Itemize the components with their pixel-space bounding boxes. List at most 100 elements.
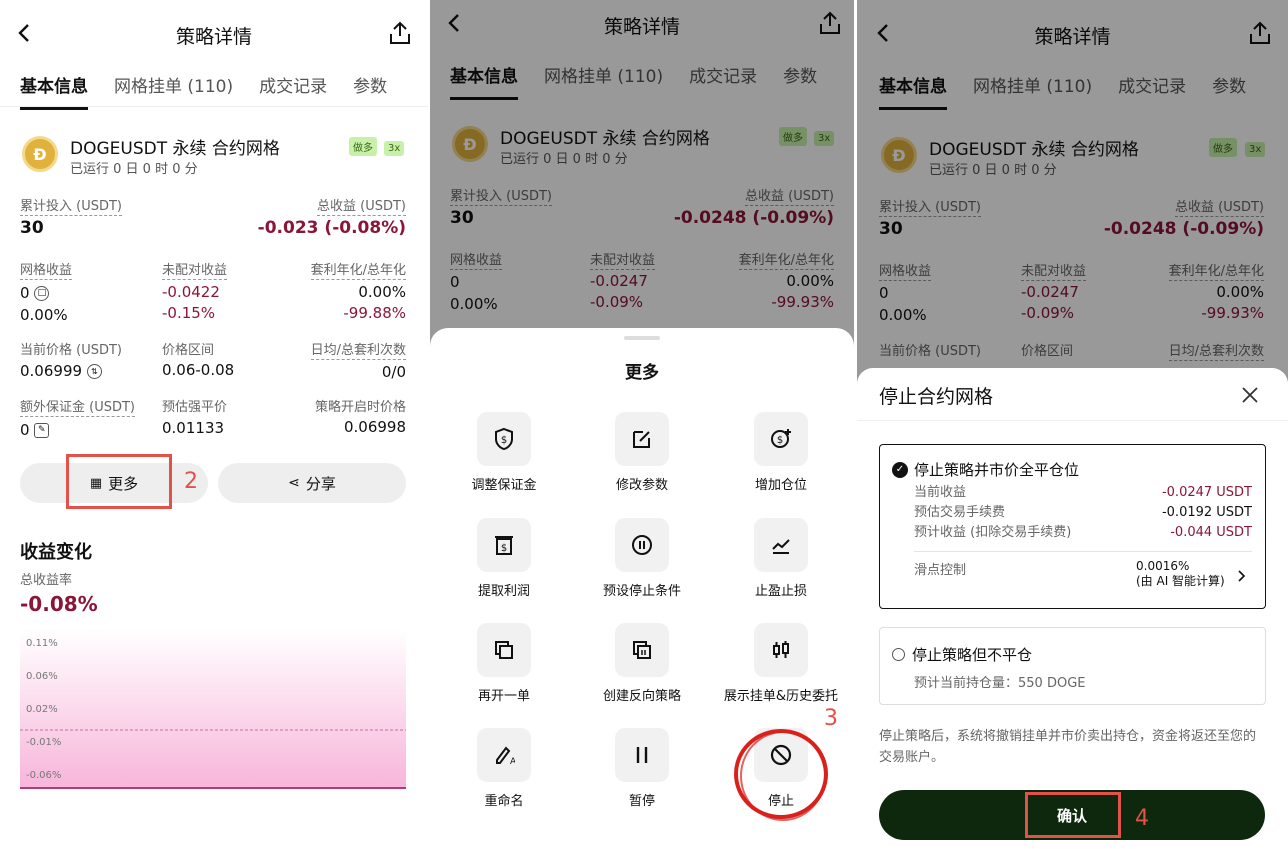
margin-label: 额外保证金 (USDT)	[20, 400, 135, 417]
share-button-label: 分享	[305, 474, 336, 493]
pause-item[interactable]: 暂停	[572, 728, 712, 809]
y-tick-label: -0.06%	[26, 770, 61, 781]
step-number-2: 2	[184, 469, 198, 494]
share-icon[interactable]	[388, 20, 412, 50]
strategy-runtime: 已运行 0 日 0 时 0 分	[70, 162, 198, 177]
option-keep-position-label: 停止策略但不平仓	[892, 644, 1032, 665]
range-label: 价格区间	[162, 343, 215, 358]
slippage-value[interactable]: 0.0016% (由 AI 智能计算)	[1136, 559, 1225, 589]
invest-value: 30	[20, 218, 44, 238]
withdraw-icon: $	[477, 518, 531, 572]
daily-label: 日均/总套利次数	[310, 343, 406, 360]
profit-chart: 0.11% 0.06% 0.02% -0.01% -0.06%	[20, 630, 406, 790]
share-button[interactable]: ⋖ 分享	[218, 463, 406, 503]
grid-profit-pct: 0.00%	[20, 306, 68, 324]
price-label: 当前价格 (USDT)	[20, 343, 122, 358]
edit-params-item[interactable]: 修改参数	[572, 412, 712, 493]
reverse-strategy-item[interactable]: 创建反向策略	[572, 623, 712, 704]
more-sheet: 更多 $ 调整保证金 修改参数 $ 增加仓位 $ 提取利润 预设停止条件 止盈止损 再…	[430, 328, 854, 849]
panel-more-menu: 策略详情 基本信息 网格挂单 (110) 成交记录 参数 Ð DOGEUSDT …	[430, 0, 854, 849]
tab-trade-records[interactable]: 成交记录	[259, 72, 327, 110]
arb-value: 0.00%	[358, 283, 406, 301]
show-orders-item[interactable]: 展示挂单&历史委托	[711, 623, 851, 704]
tab-params[interactable]: 参数	[353, 72, 387, 110]
radio-checked-icon: ✓	[892, 461, 908, 478]
arb-total: -99.88%	[343, 304, 406, 322]
close-icon[interactable]	[1241, 386, 1259, 408]
leverage-badge: 3x	[384, 136, 405, 156]
candlestick-icon	[754, 623, 808, 677]
svg-text:$: $	[777, 435, 783, 446]
stop-dialog: 停止合约网格 ✓ 停止策略并市价全平仓位 当前收益 -0.0247 USDT 预估…	[857, 368, 1288, 849]
tab-bar: 基本信息 网格挂单 (110) 成交记录 参数	[20, 72, 410, 110]
rename-item[interactable]: A 重命名	[434, 728, 574, 809]
y-tick-label: -0.01%	[26, 737, 61, 748]
pause-circle-icon	[615, 518, 669, 572]
open-price-value: 0.06998	[343, 418, 406, 436]
radio-unchecked-icon	[892, 648, 905, 661]
trend-chart-icon	[754, 518, 808, 572]
sheet-title: 更多	[625, 363, 659, 383]
divider	[914, 551, 1252, 552]
position-note: 预计当前持仓量：550 DOGE	[914, 676, 1086, 691]
option-keep-position[interactable]: 停止策略但不平仓 预计当前持仓量：550 DOGE	[879, 627, 1266, 705]
chart-title: 收益变化	[20, 542, 92, 563]
y-tick-label: 0.06%	[26, 671, 58, 682]
grid-profit-label: 网格收益	[20, 263, 73, 280]
strategy-name: DOGEUSDT 永续 合约网格	[70, 139, 280, 159]
svg-text:$: $	[501, 435, 507, 446]
drag-handle[interactable]	[624, 336, 660, 340]
shield-dollar-icon: $	[477, 412, 531, 466]
pause-icon	[615, 728, 669, 782]
red-circle-annotation	[734, 729, 828, 821]
tab-grid-orders[interactable]: 网格挂单 (110)	[114, 72, 233, 110]
chevron-right-icon[interactable]	[1238, 567, 1246, 586]
daily-value: 0/0	[381, 363, 406, 381]
withdraw-profit-item[interactable]: $ 提取利润	[434, 518, 574, 599]
edit-icon[interactable]: ✎	[34, 423, 50, 438]
svg-text:$: $	[501, 543, 507, 554]
divider	[0, 106, 428, 107]
withdraw-icon[interactable]: □	[34, 286, 50, 301]
liq-value: 0.01133	[162, 419, 225, 437]
slippage-label: 滑点控制	[914, 563, 967, 578]
stop-disclaimer: 停止策略后，系统将撤销挂单并市价卖出持仓，资金将返还至您的交易账户。	[879, 729, 1257, 765]
open-again-item[interactable]: 再开一单	[434, 623, 574, 704]
panel-strategy-detail: 策略详情 基本信息 网格挂单 (110) 成交记录 参数 Ð DOGEUSDT …	[0, 0, 428, 849]
refresh-icon[interactable]: ⇅	[86, 364, 102, 379]
tab-basic-info[interactable]: 基本信息	[20, 72, 88, 110]
tp-sl-item[interactable]: 止盈止损	[711, 518, 851, 599]
add-coin-icon: $	[754, 412, 808, 466]
unmatched-value: -0.0422	[162, 283, 220, 301]
chart-svg: 0.11% 0.06% 0.02% -0.01% -0.06%	[20, 630, 406, 789]
highlight-box-4	[1025, 792, 1121, 838]
svg-text:A: A	[510, 757, 515, 766]
range-value: 0.06-0.08	[162, 361, 235, 379]
edit-square-icon	[615, 412, 669, 466]
divider	[857, 420, 1288, 421]
add-position-item[interactable]: $ 增加仓位	[711, 412, 851, 493]
unmatched-label: 未配对收益	[162, 263, 228, 280]
step-number-3: 3	[824, 706, 838, 731]
page-title: 策略详情	[175, 26, 252, 48]
side-badge: 做多	[349, 136, 377, 156]
copy-icon	[477, 623, 531, 677]
rename-pen-icon: A	[477, 728, 531, 782]
option-close-all[interactable]: ✓ 停止策略并市价全平仓位 当前收益 -0.0247 USDT 预估交易手续费 -0…	[879, 444, 1266, 609]
chart-area	[20, 630, 406, 788]
adjust-margin-item[interactable]: $ 调整保证金	[434, 412, 574, 493]
doge-coin-icon: Ð	[22, 136, 58, 172]
step-number-4: 4	[1135, 806, 1149, 831]
preset-stop-item[interactable]: 预设停止条件	[572, 518, 712, 599]
y-tick-label: 0.11%	[26, 638, 58, 649]
option-close-all-details: 当前收益 -0.0247 USDT 预估交易手续费 -0.0192 USDT 预计收…	[914, 485, 1252, 540]
margin-value: 0 ✎	[20, 421, 50, 439]
y-tick-label: 0.02%	[26, 704, 58, 715]
chart-subtitle: 总收益率	[20, 573, 73, 588]
price-value: 0.06999 ⇅	[20, 362, 102, 380]
unmatched-pct: -0.15%	[162, 304, 216, 322]
panel-stop-dialog: 策略详情 基本信息 网格挂单 (110) 成交记录 参数 Ð DOGEUSDT …	[857, 0, 1288, 849]
arb-label: 套利年化/总年化	[310, 263, 406, 280]
share-nodes-icon: ⋖	[288, 475, 300, 491]
option-close-all-label: ✓ 停止策略并市价全平仓位	[892, 459, 1079, 480]
